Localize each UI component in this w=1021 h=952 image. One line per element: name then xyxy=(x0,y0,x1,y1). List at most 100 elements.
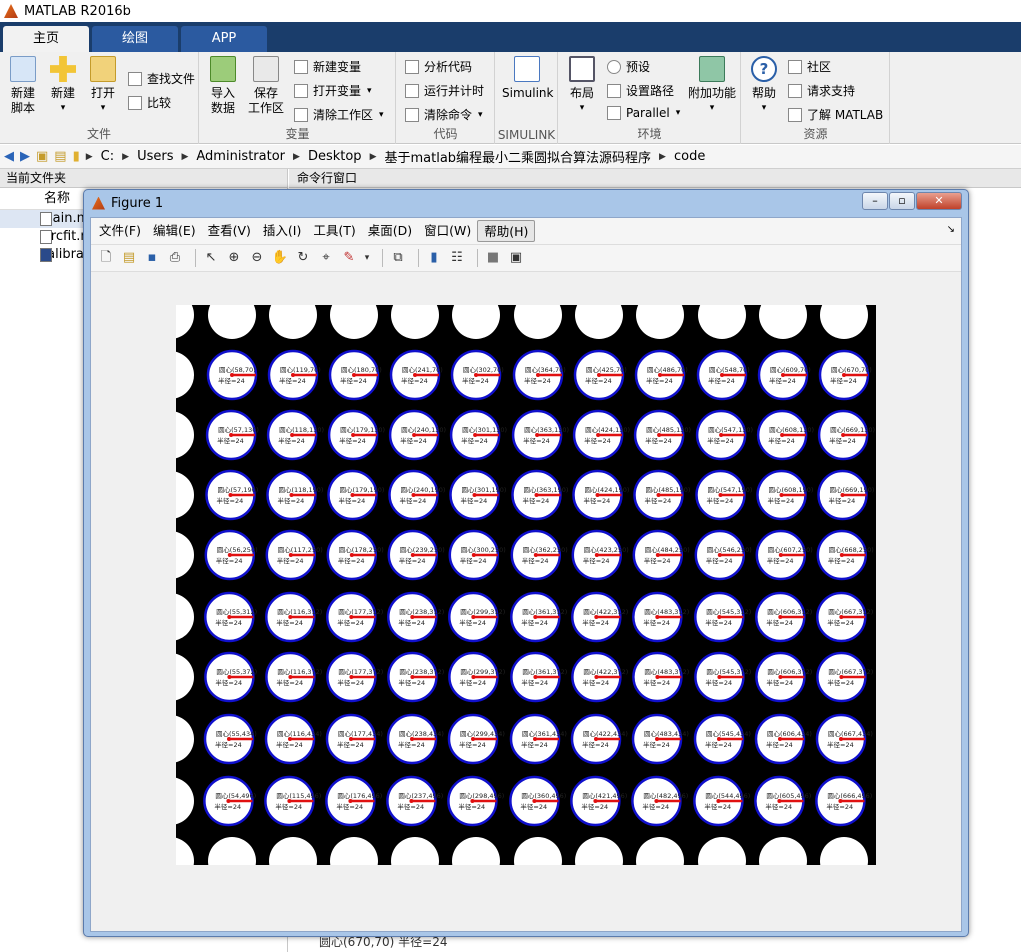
figure-titlebar[interactable]: Figure 1 – ▫ ✕ xyxy=(84,190,968,216)
up-folder-icon[interactable]: ▣ xyxy=(36,149,48,164)
breadcrumb-item[interactable]: Administrator xyxy=(196,149,285,164)
center-label: 圆心(301,130) xyxy=(462,426,507,434)
save-icon[interactable]: ▪ xyxy=(143,249,161,267)
print-icon[interactable]: ⎙ xyxy=(166,249,184,267)
tab-apps[interactable]: APP xyxy=(181,26,267,52)
radius-label: 半径=24 xyxy=(398,740,425,749)
menu-file[interactable]: 文件(F) xyxy=(93,220,147,242)
breadcrumb-item[interactable]: C: xyxy=(101,149,114,164)
open-variable-button[interactable]: 打开变量 ▾ xyxy=(294,82,372,99)
clear-workspace-button[interactable]: 清除工作区 ▾ xyxy=(294,106,384,123)
center-label: 圆心(421,496) xyxy=(582,792,627,800)
browse-folder-icon[interactable]: ▤ xyxy=(54,149,66,164)
colorbar-icon[interactable]: ▮ xyxy=(425,249,443,267)
center-label: 圆心(605,496) xyxy=(766,792,811,800)
center-label: 圆心(606,372) xyxy=(767,668,812,676)
hide-plot-tools-icon[interactable]: ■ xyxy=(484,249,502,267)
rotate-3d-icon[interactable]: ↻ xyxy=(294,249,312,267)
center-label: 圆心(240,190) xyxy=(401,486,446,494)
pan-hand-icon[interactable]: ✋ xyxy=(271,249,289,267)
analyze-code-button[interactable]: 分析代码 xyxy=(405,58,472,75)
open-file-icon[interactable]: ▤ xyxy=(120,249,138,267)
new-button[interactable]: 新建 ▾ xyxy=(46,56,80,116)
open-button[interactable]: 打开 ▾ xyxy=(86,56,120,116)
center-label: 圆心(237,496) xyxy=(398,792,443,800)
center-label: 圆心(483,434) xyxy=(644,730,689,738)
center-label: 圆心(424,190) xyxy=(585,486,630,494)
pointer-icon[interactable]: ↖ xyxy=(202,249,220,267)
center-label: 圆心(424,130) xyxy=(585,426,630,434)
dock-arrow-icon[interactable]: ↘ xyxy=(947,224,955,235)
simulink-button[interactable]: Simulink xyxy=(502,56,553,101)
set-path-button[interactable]: 设置路径 xyxy=(607,82,674,99)
center-label: 圆心(116,312) xyxy=(277,608,322,616)
menu-desktop[interactable]: 桌面(D) xyxy=(362,220,418,242)
menu-tools[interactable]: 工具(T) xyxy=(307,220,361,242)
radius-label: 半径=24 xyxy=(338,556,365,565)
forward-arrow-icon[interactable]: ▶ xyxy=(20,149,30,164)
chevron-down-icon[interactable]: ▾ xyxy=(363,249,371,267)
radius-label: 半径=24 xyxy=(830,376,857,385)
radius-label: 半径=24 xyxy=(276,618,303,627)
show-plot-tools-icon[interactable]: ▣ xyxy=(507,249,525,267)
community-button[interactable]: 社区 xyxy=(788,58,831,75)
radius-label: 半径=24 xyxy=(644,556,671,565)
center-label: 圆心(609,70) xyxy=(770,366,811,374)
help-button[interactable]: ? 帮助 ▾ xyxy=(748,56,780,116)
center-label: 圆心(299,434) xyxy=(460,730,505,738)
new-figure-icon[interactable]: 🗋 xyxy=(97,249,115,267)
save-workspace-button[interactable]: 保存 工作区 xyxy=(246,56,286,116)
compare-button[interactable]: 比较 xyxy=(128,94,171,111)
tab-home[interactable]: 主页 xyxy=(3,26,89,52)
find-files-button[interactable]: 查找文件 xyxy=(128,70,195,87)
menu-view[interactable]: 查看(V) xyxy=(202,220,257,242)
menu-edit[interactable]: 编辑(E) xyxy=(147,220,202,242)
new-script-button[interactable]: 新建 脚本 xyxy=(6,56,40,116)
clear-commands-button[interactable]: 清除命令 ▾ xyxy=(405,106,483,123)
brush-icon[interactable]: ✎ xyxy=(340,249,358,267)
center-label: 圆心(546,250) xyxy=(707,546,752,554)
new-variable-button[interactable]: 新建变量 xyxy=(294,58,361,75)
radius-label: 半径=24 xyxy=(279,376,306,385)
menu-window[interactable]: 窗口(W) xyxy=(418,220,477,242)
radius-label: 半径=24 xyxy=(707,496,734,505)
zoom-in-icon[interactable]: ⊕ xyxy=(225,249,243,267)
center-label: 圆心(545,372) xyxy=(706,668,751,676)
data-cursor-icon[interactable]: ⌖ xyxy=(317,249,335,267)
close-button[interactable]: ✕ xyxy=(916,192,962,210)
learn-matlab-button[interactable]: 了解 MATLAB xyxy=(788,106,883,123)
link-plot-icon[interactable]: ⧉ xyxy=(389,249,407,267)
radius-label: 半径=24 xyxy=(584,496,611,505)
bmp-file-icon xyxy=(40,248,52,262)
import-data-button[interactable]: 导入 数据 xyxy=(206,56,240,116)
back-arrow-icon[interactable]: ◀ xyxy=(4,149,14,164)
addons-button[interactable]: 附加功能 ▾ xyxy=(687,56,737,116)
menu-insert[interactable]: 插入(I) xyxy=(257,220,307,242)
image-axes[interactable]: 圆心(58,70) 半径=24 圆心(119,70) 半径=24 圆心(180,70) 半… xyxy=(176,305,876,865)
radius-label: 半径=24 xyxy=(461,436,488,445)
save-workspace-icon xyxy=(253,56,279,82)
breadcrumb-item[interactable]: 基于matlab编程最小二乘圆拟合算法源码程序 xyxy=(384,147,651,166)
minimize-button[interactable]: – xyxy=(862,192,888,210)
run-and-time-button[interactable]: 运行并计时 xyxy=(405,82,484,99)
center-label: 圆心(57,130) xyxy=(218,426,259,434)
maximize-button[interactable]: ▫ xyxy=(889,192,915,210)
breadcrumb-item[interactable]: Desktop xyxy=(308,149,362,164)
circle-fit-image: 圆心(58,70) 半径=24 圆心(119,70) 半径=24 圆心(180,70) 半… xyxy=(176,305,876,865)
parallel-button[interactable]: Parallel ▾ xyxy=(607,106,680,120)
menu-help[interactable]: 帮助(H) xyxy=(477,220,536,242)
zoom-out-icon[interactable]: ⊖ xyxy=(248,249,266,267)
radius-label: 半径=24 xyxy=(827,678,854,687)
request-support-button[interactable]: 请求支持 xyxy=(788,82,855,99)
layout-button[interactable]: 布局 ▾ xyxy=(565,56,599,116)
center-label: 圆心(484,250) xyxy=(645,546,690,554)
breadcrumb-item[interactable]: code xyxy=(674,149,705,164)
legend-icon[interactable]: ☷ xyxy=(448,249,466,267)
radius-label: 半径=24 xyxy=(217,436,244,445)
preferences-button[interactable]: 预设 xyxy=(607,58,650,75)
breadcrumb-item[interactable]: Users xyxy=(137,149,173,164)
folder-icon xyxy=(90,56,116,82)
radius-label: 半径=24 xyxy=(769,376,796,385)
tab-plots[interactable]: 绘图 xyxy=(92,26,178,52)
radius-label: 半径=24 xyxy=(583,556,610,565)
